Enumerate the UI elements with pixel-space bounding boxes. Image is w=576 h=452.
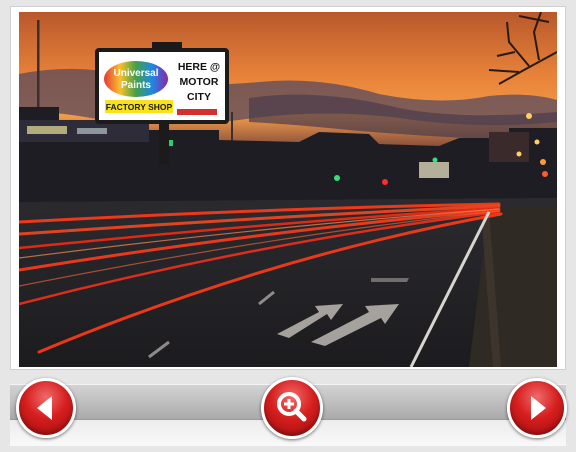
billboard-right1: HERE @ xyxy=(178,61,220,73)
image-viewer: Universal Paints FACTORY SHOP HERE @ MOT… xyxy=(0,0,576,452)
viewer-controls xyxy=(10,376,567,446)
arrow-left-icon xyxy=(37,396,52,420)
zoom-button[interactable] xyxy=(261,377,323,439)
zoom-in-icon xyxy=(277,392,307,422)
billboard-right2: MOTOR xyxy=(180,76,219,88)
night-road-photo[interactable]: Universal Paints FACTORY SHOP HERE @ MOT… xyxy=(19,12,557,367)
billboard-right3: CITY xyxy=(187,91,211,103)
arrow-right-icon xyxy=(531,396,546,420)
photo-frame: Universal Paints FACTORY SHOP HERE @ MOT… xyxy=(10,6,566,370)
billboard-line1: Universal xyxy=(113,68,158,79)
next-button[interactable] xyxy=(507,378,567,438)
billboard-line3: FACTORY SHOP xyxy=(106,102,173,112)
billboard-line2: Paints xyxy=(121,80,151,91)
previous-button[interactable] xyxy=(16,378,76,438)
